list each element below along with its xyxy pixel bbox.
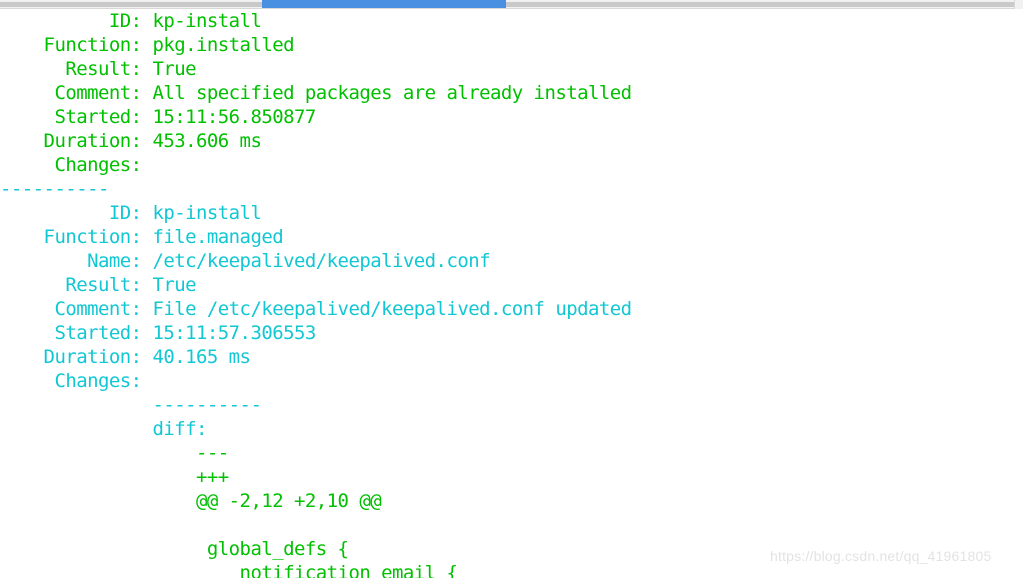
terminal-line: ID: kp-install	[0, 202, 262, 224]
terminal-line: Comment: All specified packages are alre…	[0, 82, 632, 104]
terminal-line: Function: file.managed	[0, 226, 284, 248]
terminal-line: ----------	[0, 394, 262, 416]
terminal-line: ----------	[0, 178, 109, 200]
terminal-line: Result: True	[0, 274, 197, 296]
horizontal-scrollbar[interactable]	[0, 0, 1023, 9]
terminal-line: Comment: File /etc/keepalived/keepalived…	[0, 298, 632, 320]
terminal-line: @@ -2,12 +2,10 @@	[0, 490, 382, 512]
terminal-line: Function: pkg.installed	[0, 34, 295, 56]
terminal-line: diff:	[0, 418, 207, 440]
scrollbar-track[interactable]	[0, 2, 1014, 7]
terminal-line: Started: 15:11:57.306553	[0, 322, 316, 344]
terminal-line: Duration: 40.165 ms	[0, 346, 251, 368]
scrollbar-corner	[1014, 0, 1023, 9]
watermark-text: https://blog.csdn.net/qq_41961805	[770, 548, 992, 564]
terminal-line: Started: 15:11:56.850877	[0, 106, 316, 128]
terminal-line: Changes:	[0, 370, 142, 392]
terminal-line: ---	[0, 442, 229, 464]
terminal-line: ID: kp-install	[0, 10, 262, 32]
terminal-output: ID: kp-install Function: pkg.installed R…	[0, 9, 1023, 578]
terminal-line: Result: True	[0, 58, 197, 80]
terminal-line: Changes:	[0, 154, 142, 176]
terminal-line: +++	[0, 466, 229, 488]
terminal-line: Duration: 453.606 ms	[0, 130, 262, 152]
scrollbar-thumb[interactable]	[262, 0, 506, 8]
terminal-line: Name: /etc/keepalived/keepalived.conf	[0, 250, 491, 272]
